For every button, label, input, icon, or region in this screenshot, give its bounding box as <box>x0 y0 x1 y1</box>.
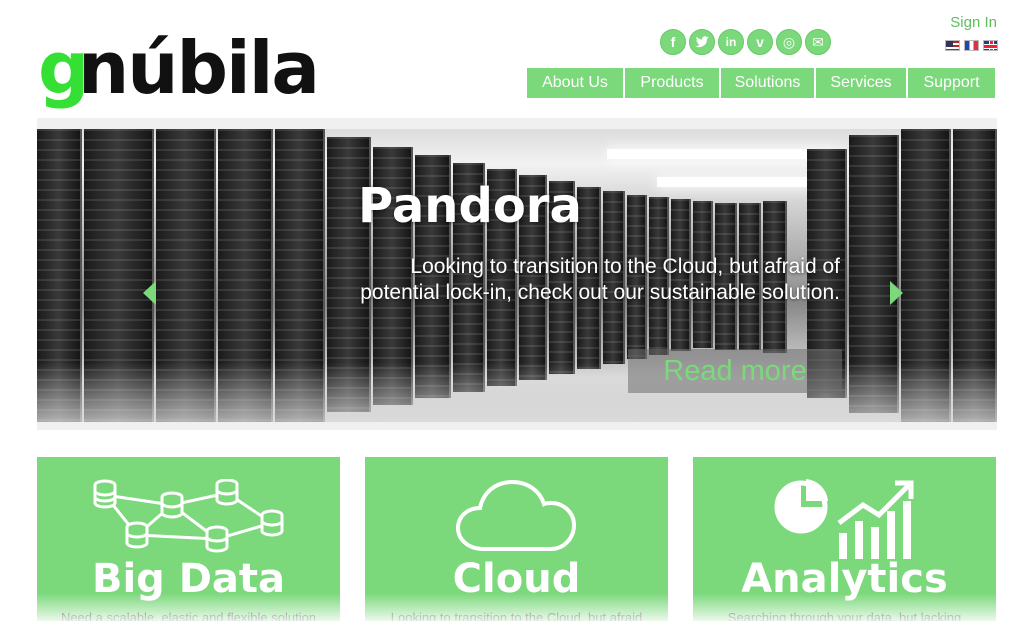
mail-icon[interactable]: ✉ <box>805 29 831 55</box>
logo[interactable]: g núbila <box>38 30 338 110</box>
card-description: Looking to transition to the Cloud, but … <box>390 610 643 621</box>
language-selector <box>945 40 998 51</box>
slide-title: Pandora <box>358 178 582 234</box>
nav-support[interactable]: Support <box>908 68 995 98</box>
nav-solutions[interactable]: Solutions <box>721 68 814 98</box>
card-description: Need a scalable, elastic and flexible so… <box>60 610 317 621</box>
read-more-button[interactable]: Read more <box>628 349 842 393</box>
linkedin-icon[interactable]: in <box>718 29 744 55</box>
slide-description: Looking to transition to the Cloud, but … <box>270 254 840 306</box>
sign-in-link[interactable]: Sign In <box>950 14 997 31</box>
social-links: f in v ◎ ✉ <box>660 29 831 55</box>
main-nav: About Us Products Solutions Services Sup… <box>527 68 995 98</box>
cloud-icon <box>455 479 577 551</box>
database-network-icon <box>93 479 284 553</box>
card-description: Searching through your data, but lacking <box>727 610 962 621</box>
rss-icon[interactable]: ◎ <box>776 29 802 55</box>
slide-text-line-2: potential lock-in, check out our sustain… <box>360 281 840 304</box>
card-cloud[interactable]: Cloud Looking to transition to the Cloud… <box>365 457 668 621</box>
slider-prev-arrow-icon[interactable] <box>143 281 156 305</box>
card-title: Cloud <box>452 556 581 602</box>
slide-text-line-1: Looking to transition to the Cloud, but … <box>410 255 840 278</box>
viadeo-icon[interactable]: v <box>747 29 773 55</box>
logo-wordmark: núbila <box>78 26 320 110</box>
slider-next-arrow-icon[interactable] <box>890 281 903 305</box>
nav-about-us[interactable]: About Us <box>527 68 623 98</box>
nav-services[interactable]: Services <box>816 68 906 98</box>
card-title: Big Data <box>91 556 286 602</box>
card-title: Analytics <box>741 556 948 602</box>
flag-uk-icon[interactable] <box>983 40 998 51</box>
facebook-icon[interactable]: f <box>660 29 686 55</box>
twitter-icon[interactable] <box>689 29 715 55</box>
analytics-chart-icon <box>774 479 914 559</box>
card-big-data[interactable]: Big Data Need a scalable, elastic and fl… <box>37 457 340 621</box>
flag-us-icon[interactable] <box>945 40 960 51</box>
card-analytics[interactable]: Analytics Searching through your data, b… <box>693 457 996 621</box>
flag-fr-icon[interactable] <box>964 40 979 51</box>
nav-products[interactable]: Products <box>625 68 719 98</box>
